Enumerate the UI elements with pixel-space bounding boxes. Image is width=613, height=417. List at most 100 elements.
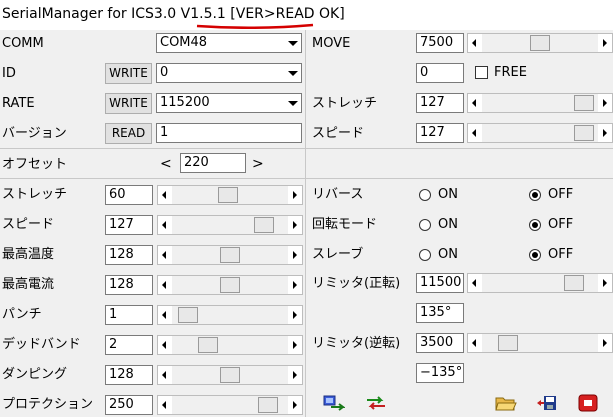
- scroll-right-icon[interactable]: [288, 186, 302, 204]
- id-select[interactable]: 0: [156, 63, 302, 83]
- slider-thumb[interactable]: [530, 35, 550, 51]
- param-label: スピード: [2, 217, 55, 232]
- slider-thumb[interactable]: [178, 307, 198, 323]
- scroll-right-icon[interactable]: [598, 34, 612, 52]
- slider-thumb[interactable]: [574, 95, 594, 111]
- scroll-right-icon[interactable]: [598, 334, 612, 352]
- version-read-button[interactable]: READ: [105, 123, 152, 144]
- scroll-left-icon[interactable]: [158, 276, 172, 294]
- param-slider[interactable]: [157, 335, 303, 355]
- scroll-right-icon[interactable]: [288, 306, 302, 324]
- option-on-radio[interactable]: [419, 189, 431, 201]
- slider-thumb[interactable]: [258, 397, 278, 413]
- param-field[interactable]: 2: [105, 335, 153, 355]
- option-off-radio[interactable]: [529, 219, 541, 231]
- limit-rev-field[interactable]: 3500: [416, 333, 464, 353]
- comm-select[interactable]: COM48: [156, 33, 302, 53]
- scroll-right-icon[interactable]: [288, 276, 302, 294]
- slider-thumb[interactable]: [564, 275, 584, 291]
- save-icon[interactable]: [535, 394, 557, 412]
- scroll-right-icon[interactable]: [288, 336, 302, 354]
- option-off-radio[interactable]: [529, 249, 541, 261]
- param-field[interactable]: 1: [105, 305, 153, 325]
- option-on-radio[interactable]: [419, 249, 431, 261]
- option-on-radio[interactable]: [419, 219, 431, 231]
- rate-select[interactable]: 115200: [156, 93, 302, 113]
- param-label: ストレッチ: [2, 187, 68, 202]
- option-off-label: OFF: [548, 187, 574, 202]
- offset-field[interactable]: 220: [180, 153, 246, 173]
- rate-write-button[interactable]: WRITE: [105, 93, 152, 114]
- scroll-left-icon[interactable]: [468, 274, 482, 292]
- connect-icon[interactable]: [323, 394, 345, 412]
- open-folder-icon[interactable]: [495, 394, 517, 412]
- option-off-radio[interactable]: [529, 189, 541, 201]
- scroll-right-icon[interactable]: [598, 94, 612, 112]
- move-label: MOVE: [312, 36, 351, 51]
- scroll-left-icon[interactable]: [468, 124, 482, 142]
- slider-thumb[interactable]: [254, 217, 274, 233]
- speed-field[interactable]: 127: [416, 123, 464, 143]
- slider-thumb[interactable]: [218, 187, 238, 203]
- scroll-left-icon[interactable]: [158, 336, 172, 354]
- param-field[interactable]: 250: [105, 395, 153, 415]
- stretch-slider[interactable]: [467, 93, 613, 113]
- speed-slider[interactable]: [467, 123, 613, 143]
- param-field[interactable]: 128: [105, 365, 153, 385]
- free-checkbox[interactable]: [475, 66, 488, 79]
- slider-thumb[interactable]: [220, 247, 240, 263]
- scroll-right-icon[interactable]: [288, 216, 302, 234]
- free-value-field[interactable]: 0: [416, 63, 464, 83]
- param-field[interactable]: 60: [105, 185, 153, 205]
- slider-thumb[interactable]: [220, 367, 240, 383]
- scroll-left-icon[interactable]: [158, 306, 172, 324]
- slider-thumb[interactable]: [574, 125, 594, 141]
- scroll-left-icon[interactable]: [158, 216, 172, 234]
- param-label: パンチ: [2, 307, 42, 322]
- param-slider[interactable]: [157, 245, 303, 265]
- limit-rev-slider[interactable]: [467, 333, 613, 353]
- scroll-left-icon[interactable]: [158, 186, 172, 204]
- transfer-icon[interactable]: [365, 394, 387, 412]
- chevron-down-icon[interactable]: [283, 34, 301, 52]
- move-field[interactable]: 7500: [416, 33, 464, 53]
- offset-prev-button[interactable]: <: [160, 155, 172, 173]
- chevron-down-icon[interactable]: [283, 64, 301, 82]
- scroll-right-icon[interactable]: [288, 246, 302, 264]
- stop-icon[interactable]: [577, 394, 599, 412]
- chevron-down-icon[interactable]: [283, 94, 301, 112]
- scroll-left-icon[interactable]: [468, 334, 482, 352]
- param-slider[interactable]: [157, 305, 303, 325]
- option-on-label: ON: [438, 217, 458, 232]
- limit-fwd-slider[interactable]: [467, 273, 613, 293]
- scroll-left-icon[interactable]: [158, 396, 172, 414]
- id-write-button[interactable]: WRITE: [105, 63, 152, 84]
- offset-next-button[interactable]: >: [252, 155, 264, 173]
- scroll-left-icon[interactable]: [158, 366, 172, 384]
- param-slider[interactable]: [157, 185, 303, 205]
- scroll-left-icon[interactable]: [468, 34, 482, 52]
- option-label: スレーブ: [312, 247, 364, 262]
- scroll-right-icon[interactable]: [598, 124, 612, 142]
- slider-thumb[interactable]: [198, 337, 218, 353]
- limit-fwd-field[interactable]: 11500: [416, 273, 464, 293]
- scroll-right-icon[interactable]: [288, 366, 302, 384]
- scroll-left-icon[interactable]: [468, 94, 482, 112]
- limit-fwd-angle: 135°: [416, 303, 464, 323]
- param-slider[interactable]: [157, 275, 303, 295]
- slider-thumb[interactable]: [498, 335, 518, 351]
- version-field[interactable]: 1: [156, 123, 302, 143]
- param-slider[interactable]: [157, 215, 303, 235]
- stretch-field[interactable]: 127: [416, 93, 464, 113]
- param-field[interactable]: 128: [105, 245, 153, 265]
- param-field[interactable]: 128: [105, 275, 153, 295]
- slider-thumb[interactable]: [220, 277, 240, 293]
- scroll-left-icon[interactable]: [158, 246, 172, 264]
- scroll-right-icon[interactable]: [598, 274, 612, 292]
- limit-rev-angle: −135°: [416, 363, 464, 383]
- param-field[interactable]: 127: [105, 215, 153, 235]
- param-slider[interactable]: [157, 365, 303, 385]
- move-slider[interactable]: [467, 33, 613, 53]
- scroll-right-icon[interactable]: [288, 396, 302, 414]
- param-slider[interactable]: [157, 395, 303, 415]
